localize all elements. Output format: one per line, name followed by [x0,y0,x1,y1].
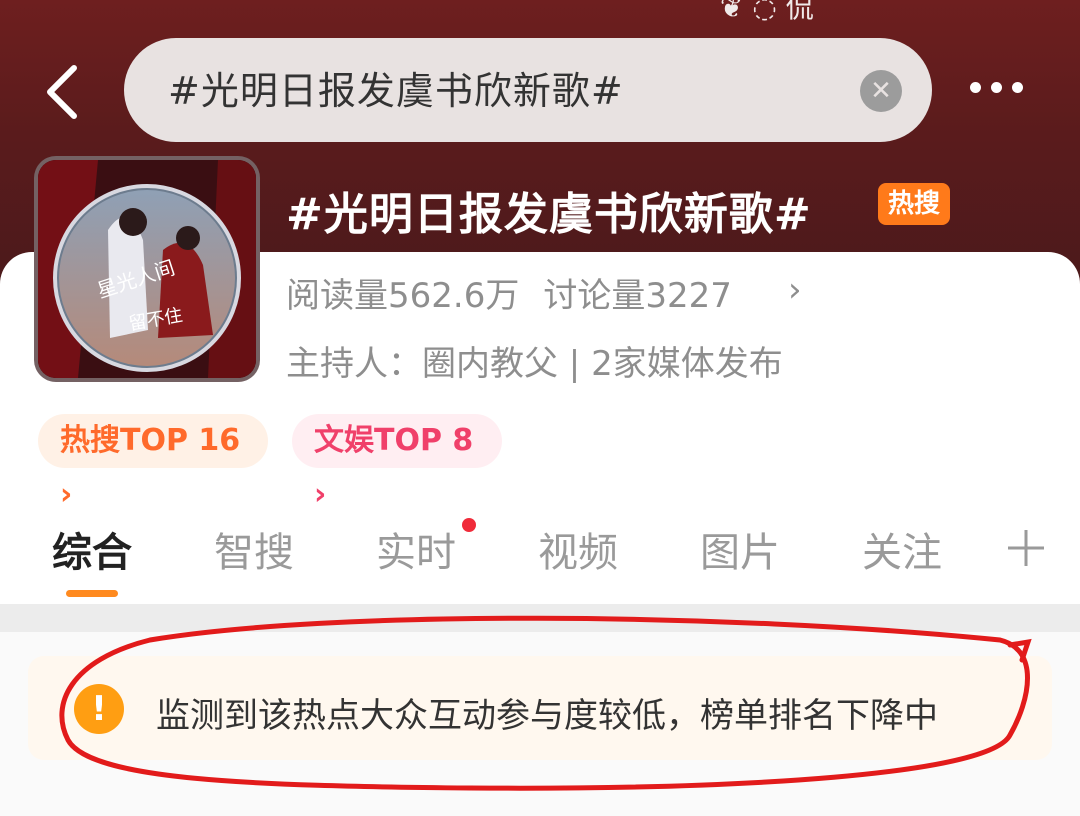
dot [991,82,1002,93]
more-horizontal-icon[interactable] [970,78,1036,98]
tab-bar: 综合 智搜 实时 视频 图片 关注 [0,520,1080,600]
search-bar[interactable]: #光明日报发虞书欣新歌# ✕ [124,38,932,142]
topic-cover-image[interactable]: 星光人间 留不住 [34,156,260,382]
tab-images[interactable]: 图片 [700,520,780,578]
plus-icon[interactable] [1006,528,1046,568]
search-input[interactable]: #光明日报发虞书欣新歌# [168,60,624,115]
dot [1012,82,1023,93]
warning-icon: ! [74,684,124,734]
tab-smart-search[interactable]: 智搜 [214,520,294,578]
notice-text: 监测到该热点大众互动参与度较低，榜单排名下降中 [156,696,938,736]
hot-search-badge: 热搜 [878,183,950,225]
new-content-dot [462,518,476,532]
tab-realtime[interactable]: 实时 [376,520,456,578]
cover-art: 星光人间 留不住 [38,160,256,378]
topic-title: #光明日报发虞书欣新歌# [286,189,812,240]
chevron-right-icon[interactable]: › [788,270,802,310]
dot [970,82,981,93]
entertainment-rank-pill[interactable]: 文娱TOP 8 › [292,414,502,512]
ranking-notice: ! 监测到该热点大众互动参与度较低，榜单排名下降中 [28,656,1052,760]
discussion-count: 讨论量3227 [543,276,732,316]
close-icon[interactable]: ✕ [860,70,902,112]
topic-stats[interactable]: 阅读量562.6万 讨论量3227 [286,268,732,317]
tab-comprehensive[interactable]: 综合 [52,520,132,578]
active-tab-indicator [66,590,118,597]
chevron-left-icon[interactable] [40,62,88,122]
tab-following[interactable]: 关注 [862,520,942,578]
section-divider [0,604,1080,632]
hot-search-rank-pill[interactable]: 热搜TOP 16 › [38,414,268,512]
tab-video[interactable]: 视频 [538,520,618,578]
status-bar-fragment: ❦ ◌ 侃 [720,0,814,24]
read-count: 阅读量562.6万 [286,276,520,316]
host-line[interactable]: 主持人：圈内教父 | 2家媒体发布 [286,336,783,385]
